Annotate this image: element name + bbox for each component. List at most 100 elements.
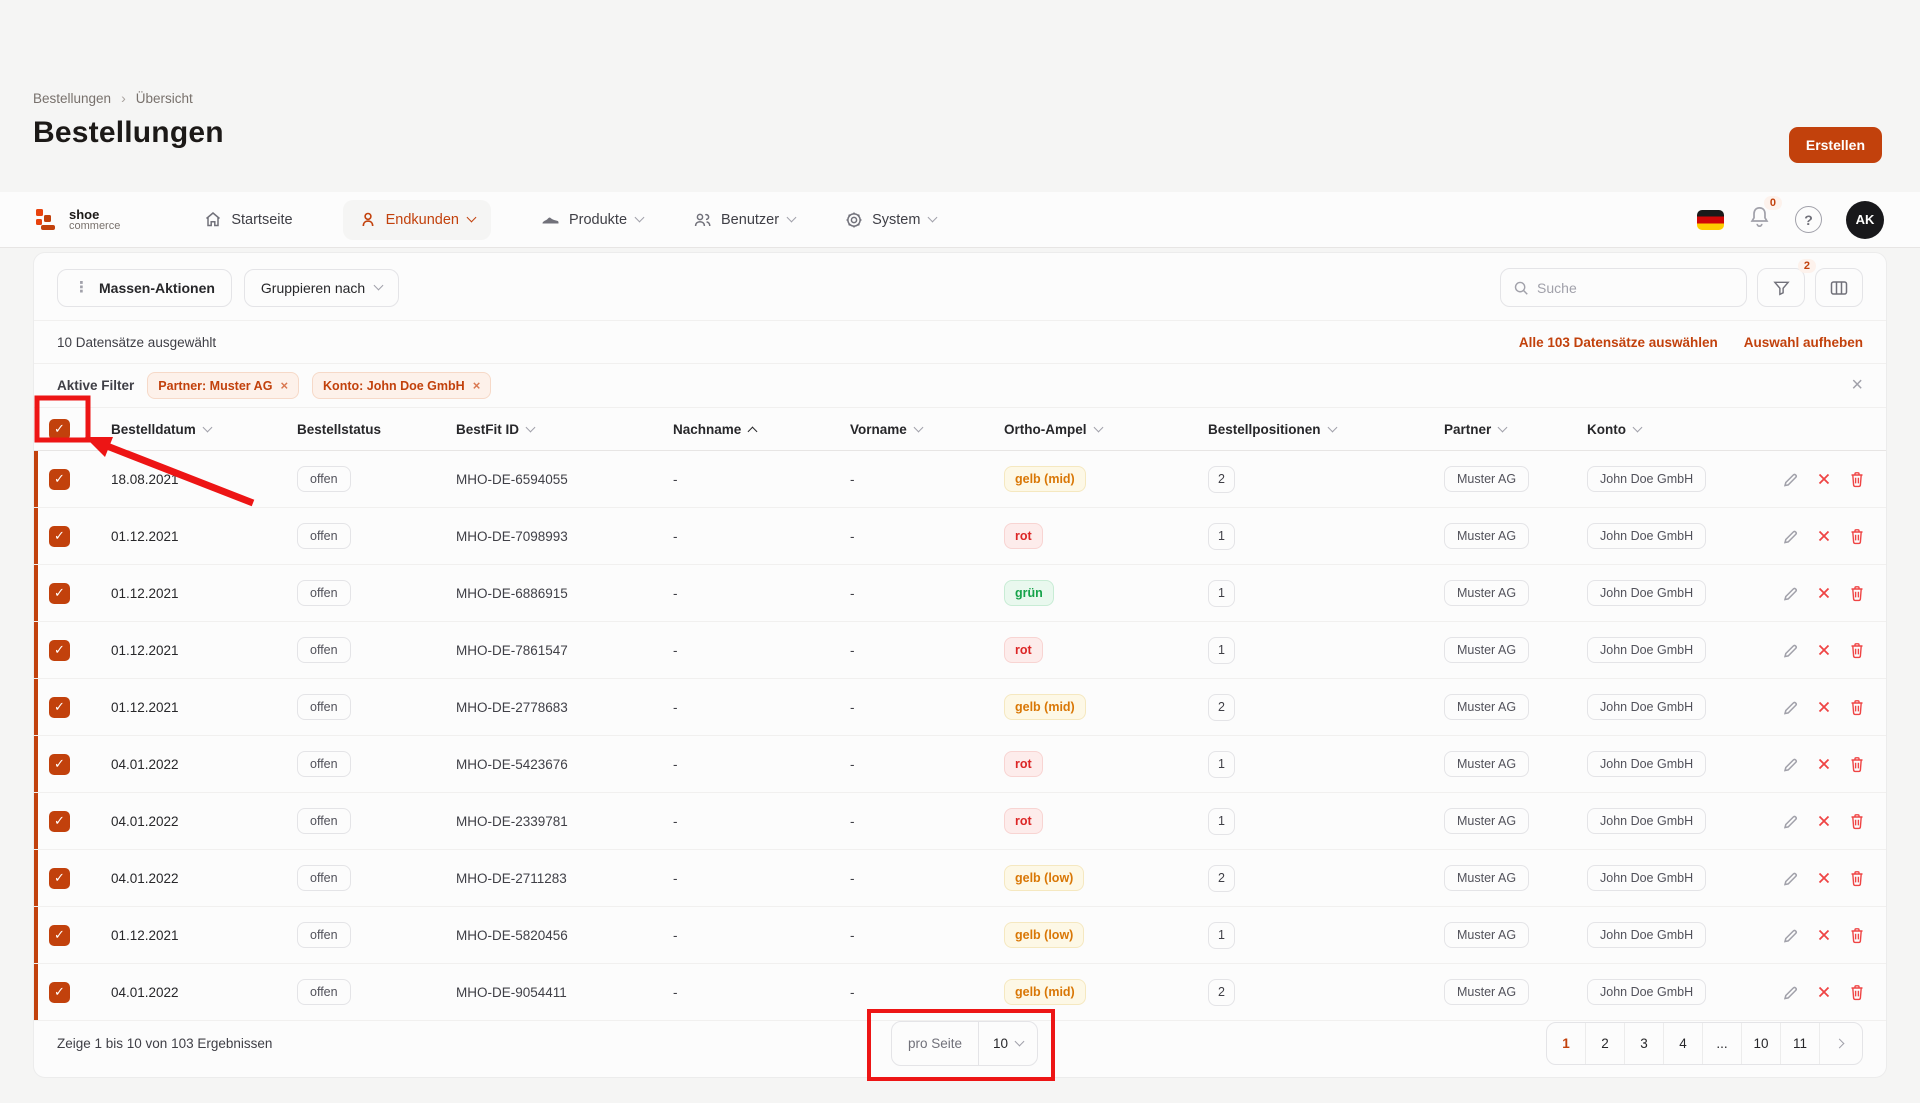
table-row[interactable]: ✓ 04.01.2022 offen MHO-DE-2711283 - - ge…	[34, 850, 1886, 907]
remove-filter-icon[interactable]: ×	[280, 378, 288, 393]
row-checkbox[interactable]: ✓	[49, 697, 70, 718]
table-row[interactable]: ✓ 04.01.2022 offen MHO-DE-2339781 - - ro…	[34, 793, 1886, 850]
table-row[interactable]: ✓ 01.12.2021 offen MHO-DE-7098993 - - ro…	[34, 508, 1886, 565]
column-header[interactable]: Bestelldatum	[111, 422, 297, 437]
delete-icon[interactable]	[1848, 812, 1866, 831]
table-row[interactable]: ✓ 01.12.2021 offen MHO-DE-7861547 - - ro…	[34, 622, 1886, 679]
delete-icon[interactable]	[1848, 926, 1866, 945]
column-header-label: Partner	[1444, 422, 1491, 437]
bulk-actions-button[interactable]: ⋮ Massen-Aktionen	[57, 269, 232, 307]
row-checkbox[interactable]: ✓	[49, 982, 70, 1003]
column-header[interactable]: Konto	[1587, 422, 1781, 437]
delete-icon[interactable]	[1848, 470, 1866, 489]
delete-icon[interactable]	[1848, 755, 1866, 774]
delete-icon[interactable]	[1848, 869, 1866, 888]
edit-icon[interactable]	[1781, 812, 1800, 831]
page-button[interactable]: ...	[1703, 1023, 1742, 1064]
page-button[interactable]: 3	[1625, 1023, 1664, 1064]
row-checkbox[interactable]: ✓	[49, 868, 70, 889]
column-header[interactable]: Bestellstatus	[297, 422, 456, 437]
notifications-button[interactable]: 0	[1748, 205, 1771, 234]
row-checkbox[interactable]: ✓	[49, 469, 70, 490]
cancel-icon[interactable]	[1815, 698, 1833, 716]
row-checkbox[interactable]: ✓	[49, 583, 70, 604]
cancel-icon[interactable]	[1815, 755, 1833, 773]
cell-vorname: -	[850, 985, 1004, 1000]
nav-item-label: System	[872, 212, 920, 228]
edit-icon[interactable]	[1781, 698, 1800, 717]
edit-icon[interactable]	[1781, 983, 1800, 1002]
delete-icon[interactable]	[1848, 641, 1866, 660]
delete-icon[interactable]	[1848, 584, 1866, 603]
cancel-icon[interactable]	[1815, 527, 1833, 545]
column-header[interactable]: BestFit ID	[456, 422, 673, 437]
clear-selection-link[interactable]: Auswahl aufheben	[1744, 335, 1863, 350]
cancel-icon[interactable]	[1815, 641, 1833, 659]
filter-chip-konto[interactable]: Konto: John Doe GmbH ×	[312, 372, 491, 399]
nav-items: Startseite Endkunden Produkte	[204, 200, 936, 240]
select-all-link[interactable]: Alle 103 Datensätze auswählen	[1519, 335, 1718, 350]
nav-item-startseite[interactable]: Startseite	[204, 211, 292, 228]
table-row[interactable]: ✓ 01.12.2021 offen MHO-DE-5820456 - - ge…	[34, 907, 1886, 964]
row-checkbox[interactable]: ✓	[49, 811, 70, 832]
row-checkbox[interactable]: ✓	[49, 925, 70, 946]
columns-button[interactable]	[1815, 268, 1863, 307]
page-button[interactable]: 1	[1547, 1023, 1586, 1064]
group-by-button[interactable]: Gruppieren nach	[244, 269, 399, 307]
close-filters-icon[interactable]: ×	[1851, 374, 1863, 397]
cancel-icon[interactable]	[1815, 470, 1833, 488]
status-badge: offen	[297, 523, 351, 549]
search-input[interactable]	[1537, 280, 1734, 296]
cancel-icon[interactable]	[1815, 983, 1833, 1001]
page-button[interactable]: 11	[1781, 1023, 1820, 1064]
column-header[interactable]: Ortho-Ampel	[1004, 422, 1208, 437]
edit-icon[interactable]	[1781, 527, 1800, 546]
nav-item-system[interactable]: System	[845, 211, 936, 229]
edit-icon[interactable]	[1781, 926, 1800, 945]
column-header[interactable]: Partner	[1444, 422, 1587, 437]
table-row[interactable]: ✓ 01.12.2021 offen MHO-DE-2778683 - - ge…	[34, 679, 1886, 736]
pagination-next[interactable]	[1820, 1023, 1862, 1064]
cancel-icon[interactable]	[1815, 869, 1833, 887]
edit-icon[interactable]	[1781, 641, 1800, 660]
avatar[interactable]: AK	[1846, 201, 1884, 239]
nav-item-benutzer[interactable]: Benutzer	[693, 211, 795, 229]
filter-chip-partner[interactable]: Partner: Muster AG ×	[147, 372, 299, 399]
german-flag-icon[interactable]	[1697, 210, 1724, 230]
column-header[interactable]: Bestellpositionen	[1208, 422, 1444, 437]
nav-item-endkunden[interactable]: Endkunden	[343, 200, 491, 240]
row-checkbox[interactable]: ✓	[49, 640, 70, 661]
delete-icon[interactable]	[1848, 527, 1866, 546]
edit-icon[interactable]	[1781, 584, 1800, 603]
page-button[interactable]: 2	[1586, 1023, 1625, 1064]
page-button[interactable]: 4	[1664, 1023, 1703, 1064]
brand[interactable]: shoe commerce	[33, 206, 120, 233]
cancel-icon[interactable]	[1815, 584, 1833, 602]
delete-icon[interactable]	[1848, 698, 1866, 717]
cancel-icon[interactable]	[1815, 926, 1833, 944]
table-row[interactable]: ✓ 04.01.2022 offen MHO-DE-5423676 - - ro…	[34, 736, 1886, 793]
delete-icon[interactable]	[1848, 983, 1866, 1002]
edit-icon[interactable]	[1781, 869, 1800, 888]
header-checkbox-cell: ✓	[34, 419, 111, 440]
page-button[interactable]: 10	[1742, 1023, 1781, 1064]
edit-icon[interactable]	[1781, 470, 1800, 489]
breadcrumb-item-uebersicht[interactable]: Übersicht	[136, 91, 193, 106]
select-all-checkbox[interactable]: ✓	[49, 419, 70, 440]
table-row[interactable]: ✓ 01.12.2021 offen MHO-DE-6886915 - - gr…	[34, 565, 1886, 622]
help-button[interactable]: ?	[1795, 206, 1822, 233]
column-header[interactable]: Vorname	[850, 422, 1004, 437]
row-checkbox[interactable]: ✓	[49, 754, 70, 775]
per-page-select[interactable]: 10	[979, 1022, 1037, 1065]
nav-item-produkte[interactable]: Produkte	[541, 211, 643, 229]
breadcrumb-item-bestellungen[interactable]: Bestellungen	[33, 91, 111, 106]
cancel-icon[interactable]	[1815, 812, 1833, 830]
create-button[interactable]: Erstellen	[1789, 127, 1882, 163]
remove-filter-icon[interactable]: ×	[473, 378, 481, 393]
row-checkbox[interactable]: ✓	[49, 526, 70, 547]
column-header[interactable]: Nachname	[673, 422, 850, 437]
search-box[interactable]	[1500, 268, 1747, 307]
table-row[interactable]: ✓ 18.08.2021 offen MHO-DE-6594055 - - ge…	[34, 451, 1886, 508]
edit-icon[interactable]	[1781, 755, 1800, 774]
filter-button[interactable]	[1757, 268, 1805, 307]
